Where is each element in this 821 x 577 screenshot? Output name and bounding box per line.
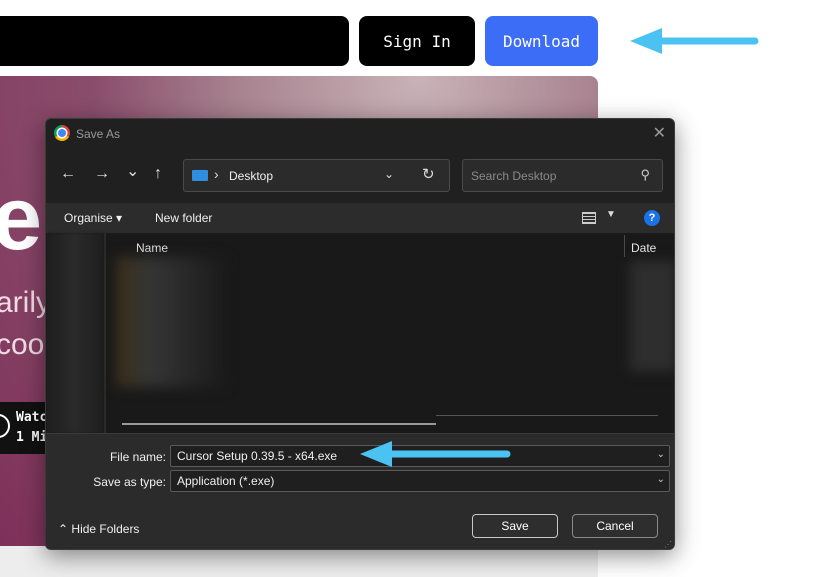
save-as-dialog: Save As ✕ ← → ⌄ ↑ › Desktop ⌄ ↻ Search D… — [45, 118, 675, 550]
save-as-type-value: Application (*.exe) — [177, 474, 275, 488]
file-browser: Name Date — [46, 233, 674, 433]
pane-divider[interactable] — [104, 233, 106, 433]
chevron-up-icon: ⌃ — [58, 522, 69, 536]
annotation-arrow-download — [630, 28, 759, 54]
hide-folders-button[interactable]: ⌃ Hide Folders — [58, 522, 139, 536]
file-name-dropdown-icon[interactable]: ⌄ — [657, 449, 665, 460]
watch-duration: 1 Mi — [16, 430, 48, 445]
save-as-type-label: Save as type: — [93, 475, 166, 489]
view-options-icon[interactable] — [582, 212, 596, 224]
column-header-date[interactable]: Date — [631, 241, 656, 255]
desktop-folder-icon — [192, 170, 208, 181]
dialog-titlebar: Save As ✕ — [46, 119, 674, 149]
watch-label: Watc — [16, 410, 48, 425]
hero-tagline-line1: arily — [0, 286, 52, 319]
hero-heading: e — [0, 169, 43, 269]
column-separator[interactable] — [624, 235, 625, 257]
page-footer-strip — [0, 546, 598, 577]
file-name-value: Cursor Setup 0.39.5 - x64.exe — [177, 449, 338, 463]
play-icon — [0, 414, 10, 438]
address-location[interactable]: Desktop — [229, 169, 273, 183]
hero-tagline-line2: coo — [0, 328, 45, 361]
forward-arrow-icon[interactable]: → — [94, 165, 110, 183]
dialog-title: Save As — [76, 127, 121, 141]
search-input[interactable]: Search Desktop ⚲ — [462, 159, 663, 192]
site-header-bar — [0, 16, 349, 66]
cancel-button[interactable]: Cancel — [572, 514, 658, 538]
navigation-pane[interactable] — [46, 233, 104, 433]
dialog-toolbar: Organise ▾ New folder ▼ ? — [46, 203, 674, 233]
resize-grip-icon[interactable]: ⋰ — [664, 540, 672, 549]
help-icon[interactable]: ? — [644, 210, 660, 226]
breadcrumb-separator-icon: › — [214, 166, 219, 182]
organise-menu[interactable]: Organise ▾ — [64, 211, 122, 225]
view-options-chevron-icon[interactable]: ▼ — [606, 209, 616, 220]
close-icon[interactable]: ✕ — [653, 123, 666, 143]
sign-in-button[interactable]: Sign In — [359, 16, 475, 66]
back-arrow-icon[interactable]: ← — [60, 165, 76, 183]
horizontal-scroll-track — [436, 415, 658, 416]
navigation-row: ← → ⌄ ↑ › Desktop ⌄ ↻ Search Desktop ⚲ — [46, 149, 674, 203]
date-column-blurred — [630, 261, 674, 371]
hide-folders-label: Hide Folders — [71, 522, 140, 536]
save-as-type-dropdown-icon[interactable]: ⌄ — [657, 474, 665, 485]
download-button[interactable]: Download — [485, 16, 598, 66]
up-arrow-icon[interactable]: ↑ — [154, 165, 162, 183]
horizontal-scrollbar[interactable] — [122, 423, 436, 425]
save-button[interactable]: Save — [472, 514, 558, 538]
chrome-icon — [54, 125, 70, 141]
save-as-type-select[interactable]: Application (*.exe) ⌄ — [170, 470, 670, 492]
address-dropdown-icon[interactable]: ⌄ — [384, 167, 394, 181]
column-header-name[interactable]: Name — [136, 241, 168, 255]
refresh-icon[interactable]: ↻ — [422, 165, 435, 183]
search-icon: ⚲ — [640, 167, 650, 182]
recent-locations-chevron-icon[interactable]: ⌄ — [126, 161, 139, 181]
file-list-blurred — [116, 257, 226, 387]
annotation-arrow-filename — [360, 441, 511, 467]
address-bar[interactable]: › Desktop ⌄ ↻ — [183, 159, 450, 192]
file-name-label: File name: — [109, 450, 166, 464]
search-placeholder: Search Desktop — [471, 169, 557, 183]
new-folder-button[interactable]: New folder — [155, 211, 212, 225]
